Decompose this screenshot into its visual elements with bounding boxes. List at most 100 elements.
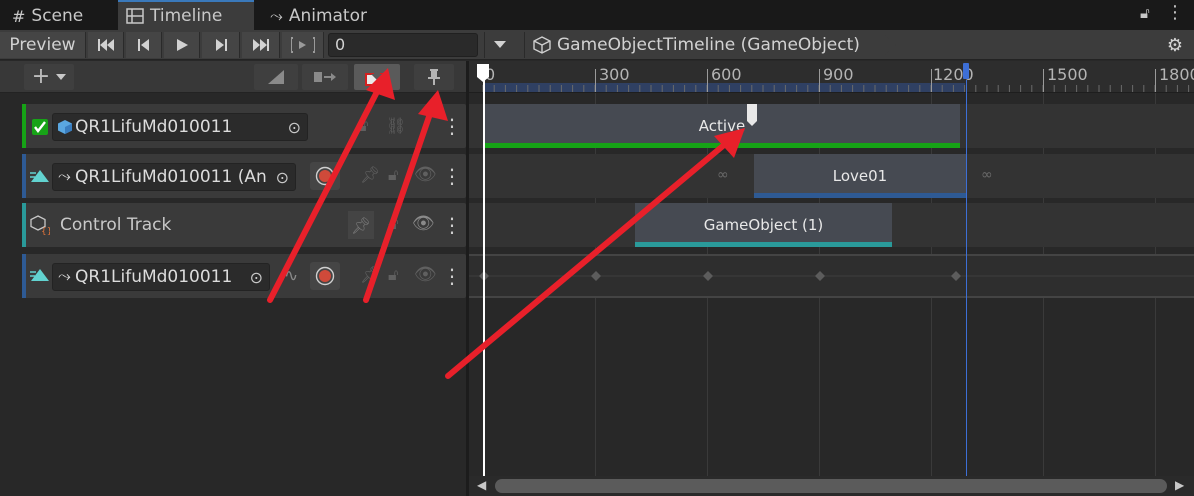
time-ruler[interactable]: 0 300 600 900 1200 1500 1800	[469, 61, 1194, 93]
preview-button[interactable]: Preview	[0, 32, 86, 58]
track-lane-control[interactable]: GameObject (1)	[469, 203, 1194, 247]
clip-edit-mode-ripple-button[interactable]	[302, 64, 348, 90]
go-to-start-button[interactable]	[88, 32, 124, 58]
animator-icon: ⤳	[58, 166, 71, 185]
clip-label: Love01	[832, 167, 888, 185]
clip-love01[interactable]: Love01	[754, 154, 966, 198]
animator-icon: ⤳	[58, 266, 71, 285]
end-line	[966, 80, 967, 476]
ruler-tick-label: 300	[599, 65, 630, 84]
more-options-icon[interactable]: ⋮	[442, 164, 462, 188]
clip-label: Active	[698, 117, 746, 135]
ruler-tick	[707, 69, 708, 92]
object-picker-icon[interactable]: ⊙	[288, 118, 301, 137]
play-range-button[interactable]	[282, 32, 324, 58]
lock-icon[interactable]: 🔓︎	[1140, 4, 1150, 22]
chevron-down-icon	[493, 41, 506, 48]
lock-icon[interactable]: 🔓︎	[388, 265, 398, 285]
more-options-icon[interactable]: ⋮	[442, 114, 462, 138]
object-picker-icon[interactable]: ⊙	[275, 167, 289, 187]
play-button[interactable]	[164, 32, 200, 58]
track-enabled-checkbox[interactable]	[32, 119, 48, 135]
track-color-stripe	[22, 104, 26, 148]
previous-frame-button[interactable]	[126, 32, 162, 58]
pin-icon[interactable]: 📌︎	[360, 165, 380, 184]
track-binding-field[interactable]: QR1LifuMd010011 ⊙	[52, 113, 308, 141]
preview-label: Preview	[9, 35, 76, 55]
lock-track-pin-button[interactable]	[414, 64, 454, 90]
track-lane-activation[interactable]: Active	[469, 104, 1194, 148]
go-to-end-button[interactable]	[242, 32, 280, 58]
skip-end-icon	[252, 39, 269, 51]
timeline-selector-dropdown[interactable]	[484, 32, 514, 58]
track-header-animation[interactable]: ⤳ QR1LifuMd010011 (An ⊙ 📌︎ 🔓︎ 👁︎ ⋮	[22, 154, 466, 198]
breadcrumb[interactable]: GameObjectTimeline (GameObject)	[524, 32, 896, 58]
clip-edit-mode-mix-button[interactable]	[254, 64, 298, 90]
track-name: QR1LifuMd010011 (An	[75, 167, 267, 187]
clip-marker[interactable]	[747, 104, 757, 126]
more-options-icon[interactable]: ⋮	[1166, 2, 1184, 23]
keyframe-row	[469, 271, 1194, 281]
pin-icon[interactable]: 📌︎	[348, 211, 374, 239]
add-track-button[interactable]: +	[24, 64, 74, 90]
replace-mode-icon	[365, 69, 389, 86]
track-binding-field[interactable]: ⤳ QR1LifuMd010011 ⊙	[52, 263, 270, 291]
ruler-tick-label: 1500	[1047, 65, 1088, 84]
play-icon	[176, 39, 188, 51]
curves-icon[interactable]: ∿	[284, 266, 298, 286]
scroll-right-icon[interactable]: ▶	[1175, 478, 1184, 492]
lock-open-icon[interactable]: ⛓︎	[386, 116, 406, 135]
skip-start-icon	[97, 39, 114, 51]
track-header-control[interactable]: {} Control Track 📌︎ 🔓︎ 👁︎ ⋮	[22, 203, 466, 247]
more-options-icon[interactable]: ⋮	[442, 213, 462, 237]
horizontal-scrollbar[interactable]: ◀ ▶	[469, 476, 1194, 496]
frame-input[interactable]: 0	[328, 33, 478, 57]
scroll-left-icon[interactable]: ◀	[477, 478, 486, 492]
ruler-tick	[595, 69, 596, 92]
mix-mode-icon	[268, 70, 284, 84]
tab-scene[interactable]: # Scene	[4, 2, 91, 30]
track-lane-animation-keys[interactable]	[469, 254, 1194, 298]
eye-icon[interactable]: 👁︎	[412, 213, 435, 234]
grid-icon: #	[12, 6, 26, 26]
settings-button[interactable]: ⚙	[1158, 32, 1192, 58]
next-frame-button[interactable]	[202, 32, 240, 58]
clip-accent	[754, 193, 966, 198]
lock-icon[interactable]: 🔓︎	[388, 214, 398, 234]
track-binding-field[interactable]: ⤳ QR1LifuMd010011 (An ⊙	[52, 163, 296, 191]
pin-icon	[428, 69, 440, 85]
track-header-animation[interactable]: ⤳ QR1LifuMd010011 ⊙ ∿ 📌︎ 🔓︎ 👁︎ ⋮	[22, 254, 466, 298]
track-header-activation[interactable]: QR1LifuMd010011 ⊙ 🔓︎ ⛓︎ ⋮	[22, 104, 466, 148]
clip-accent	[635, 242, 892, 247]
tab-timeline[interactable]: Timeline	[118, 0, 254, 30]
eye-icon[interactable]: 👁︎	[414, 264, 437, 285]
play-range-icon	[290, 37, 315, 53]
lock-icon[interactable]: 🔓︎	[358, 116, 368, 136]
record-button[interactable]	[310, 262, 340, 290]
ripple-mode-icon	[314, 72, 336, 82]
record-button[interactable]	[310, 162, 340, 190]
eye-icon[interactable]: 👁︎	[414, 164, 437, 185]
ruler-tick-label: 600	[711, 65, 742, 84]
lock-icon[interactable]: 🔓︎	[388, 165, 398, 185]
track-name: QR1LifuMd010011	[75, 267, 233, 287]
track-lane-animation[interactable]: ∞ Love01 ∞	[469, 154, 1194, 198]
clip-active[interactable]: Active	[484, 104, 960, 148]
gameobject-cube-icon	[533, 36, 551, 54]
pin-icon[interactable]: 📌︎	[360, 265, 380, 284]
clip-gameobject[interactable]: GameObject (1)	[635, 203, 892, 247]
tab-animator[interactable]: ⤳ Animator	[262, 2, 375, 30]
clip-edit-mode-replace-button[interactable]	[354, 64, 400, 90]
track-name: Control Track	[60, 215, 172, 235]
scrollbar-thumb[interactable]	[495, 479, 1167, 493]
more-options-icon[interactable]: ⋮	[442, 264, 462, 288]
object-picker-icon[interactable]: ⊙	[250, 268, 263, 287]
chevron-down-icon	[56, 73, 67, 80]
next-frame-icon	[215, 39, 227, 51]
playhead-line	[483, 80, 485, 476]
end-marker[interactable]	[963, 63, 969, 79]
track-color-stripe	[22, 254, 26, 298]
control-track-icon: {}	[30, 215, 50, 235]
breadcrumb-label: GameObjectTimeline (GameObject)	[557, 35, 860, 55]
svg-text:{}: {}	[41, 227, 50, 235]
